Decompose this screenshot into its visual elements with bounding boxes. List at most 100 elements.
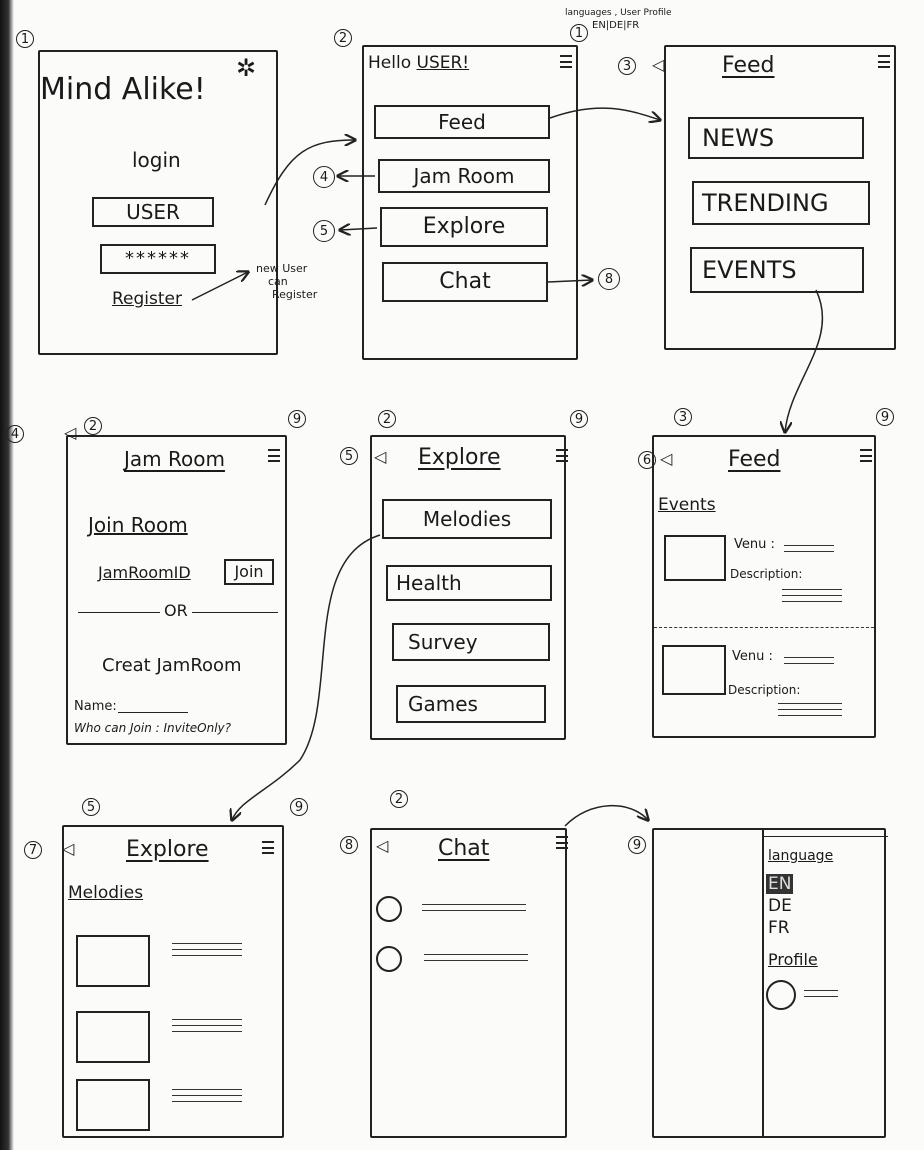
screen-number: 4 [6,425,24,443]
screen-number: 8 [340,836,358,854]
ref-number: 2 [84,417,102,435]
screen-number-wrap: 6 [638,451,656,469]
melody-text-placeholder [172,943,242,961]
arrow-login-to-home [264,140,355,206]
event-image[interactable] [664,535,726,581]
description-text-placeholder [782,589,842,607]
password-input[interactable]: ****** [100,244,216,274]
name-input[interactable] [118,712,188,713]
screen-number: 2 [334,29,352,47]
back-arrow-icon[interactable]: ◁ [374,447,386,466]
chat-preview-placeholder[interactable] [422,904,526,916]
screen-number-wrap: 9 [628,836,646,854]
side-menu-panel: language EN DE FR Profile [762,830,888,1136]
menu-icon[interactable] [878,55,890,68]
menu-icon[interactable] [268,449,280,462]
venue-label: Venu : [732,649,773,664]
venue-text-placeholder [784,545,834,557]
page-title: Feed [728,447,781,472]
ref-number: 2 [378,410,396,428]
event-divider [654,627,874,628]
screen-chat: 8 ◁ Chat [340,828,568,1138]
name-label: Name: [74,699,117,714]
screen-number: 5 [340,447,358,465]
health-button[interactable]: Health [386,565,552,601]
register-note: new User can Register [256,262,317,301]
back-arrow-icon[interactable]: ◁ [64,423,76,442]
screen-number-wrap: 2 [334,29,352,47]
profile-heading: Profile [768,950,818,969]
register-link[interactable]: Register [112,289,182,309]
chat-button[interactable]: Chat [382,262,548,302]
games-button[interactable]: Games [396,685,546,723]
events-button[interactable]: EVENTS [690,247,864,293]
annotation-languages-profile: languages , User Profile [565,8,672,18]
screen-number: 3 [618,57,636,75]
event-image[interactable] [662,645,726,695]
back-arrow-icon[interactable]: ◁ [652,55,664,74]
screen-number-wrap: 3 [618,57,636,75]
chat-avatar[interactable] [376,946,402,972]
annotation-language-codes: EN|DE|FR [592,20,640,31]
jam-room-button[interactable]: Jam Room [378,159,550,193]
melody-text-placeholder [172,1089,242,1107]
screen-number-wrap: 4 [6,425,24,443]
page-title: Explore [418,445,501,470]
language-option-fr[interactable]: FR [768,918,790,938]
survey-button[interactable]: Survey [392,623,550,661]
language-option-de[interactable]: DE [768,896,792,916]
screen-number-wrap: 8 [340,836,358,854]
page-title: Feed [722,53,775,78]
ref-number: 2 [390,790,408,808]
ref-number: 9 [290,798,308,816]
page-title: Jam Room [124,447,225,471]
chat-preview-placeholder[interactable] [424,954,528,966]
note-line: Register [272,288,318,301]
trending-button[interactable]: TRENDING [692,181,870,225]
screen-feed: 3 ◁ Feed NEWS TRENDING EVENTS [618,45,896,350]
menu-icon[interactable] [556,449,568,462]
create-jam-room-heading: Creat JamRoom [102,655,242,676]
menu-icon[interactable] [560,55,572,68]
back-arrow-icon[interactable]: ◁ [62,839,74,858]
join-button[interactable]: Join [224,559,274,585]
note-line: can [268,275,288,288]
venue-label: Venu : [734,537,775,552]
profile-name-placeholder [804,990,838,1002]
ref-number: 9 [288,410,306,428]
feed-button[interactable]: Feed [374,105,550,139]
screen-feed-events: 6 ◁ Feed Events Venu : Description: Venu… [638,435,876,738]
news-button[interactable]: NEWS [688,117,864,159]
screen-number: 1 [16,30,34,48]
screen-side-menu: 9 language EN DE FR Profile [628,828,888,1138]
jam-room-id-input[interactable]: JamRoomID [98,563,191,582]
explore-button[interactable]: Explore [380,207,548,247]
profile-avatar[interactable] [766,980,796,1010]
description-text-placeholder [778,703,842,721]
screen-number: 6 [638,451,656,469]
menu-icon[interactable] [860,449,872,462]
section-heading: Events [658,495,716,515]
menu-icon[interactable] [556,836,568,849]
chat-avatar[interactable] [376,896,402,922]
language-heading: language [768,848,834,864]
back-arrow-icon[interactable]: ◁ [376,836,388,855]
melody-thumbnail[interactable] [76,1079,150,1131]
melody-thumbnail[interactable] [76,935,150,987]
who-can-join-option[interactable]: Who can Join : InviteOnly? [74,721,231,735]
username-input[interactable]: USER [92,197,214,227]
screen-number: 7 [24,841,42,859]
back-arrow-icon[interactable]: ◁ [660,449,672,468]
screen-explore: 5 ◁ Explore Melodies Health Survey Games [340,435,568,740]
ref-number: 8 [598,268,620,290]
menu-icon[interactable] [262,841,274,854]
melody-text-placeholder [172,1019,242,1037]
ref-number: 1 [570,24,588,42]
melodies-button[interactable]: Melodies [382,499,552,539]
melody-thumbnail[interactable] [76,1011,150,1063]
settings-gear-icon[interactable]: ✲ [236,54,256,82]
screen-jam-room: 4 ◁ Jam Room Join Room JamRoomID Join OR… [6,423,287,745]
ref-number: 9 [876,408,894,426]
description-label: Description: [728,683,801,697]
language-option-en-selected[interactable]: EN [766,874,794,894]
